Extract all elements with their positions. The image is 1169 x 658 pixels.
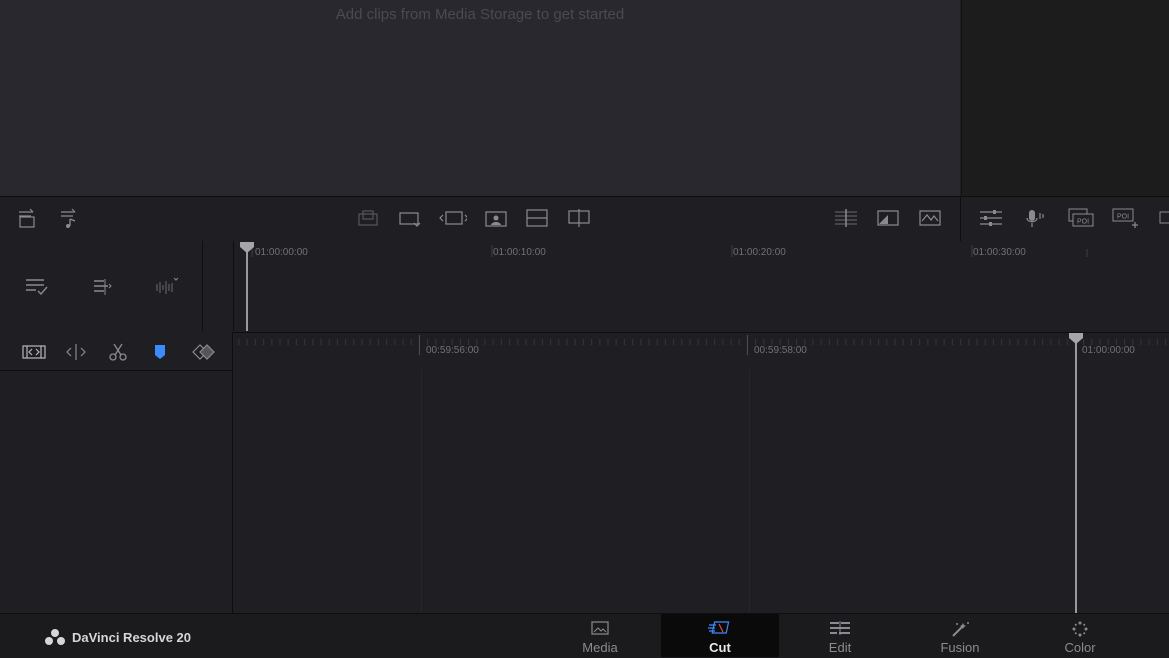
upper-playhead-handle[interactable] [239, 241, 255, 253]
davinci-logo-icon [44, 628, 66, 651]
app-name: DaVinci Resolve 20 [72, 630, 191, 645]
tab-label: Color [1064, 640, 1096, 655]
marker-icon[interactable] [152, 343, 168, 366]
upper-timecode: 01:00:10:00 [493, 247, 546, 258]
upper-timeline[interactable]: 01:00:00:00 01:00:10:00 01:00:20:00 01:0… [234, 241, 1169, 331]
upper-ruler-ticks [251, 245, 1088, 257]
upper-timecode: 01:00:20:00 [733, 247, 786, 258]
tab-media[interactable]: Media [541, 614, 659, 657]
tab-edit[interactable]: Edit [781, 614, 899, 657]
tab-label: Edit [828, 640, 852, 655]
edit-toolbar: POI POI [0, 196, 1169, 242]
upper-timeline-controls [0, 241, 203, 331]
audio-waveform-icon[interactable] [154, 275, 180, 302]
edit-page-icon [830, 621, 850, 635]
ripple-overwrite-icon[interactable] [439, 205, 467, 231]
smooth-cut-icon[interactable] [916, 205, 944, 231]
close-up-icon[interactable] [482, 205, 510, 231]
track-headers [0, 371, 233, 613]
lower-playhead-handle[interactable] [1068, 332, 1084, 345]
track-select-icon[interactable] [24, 277, 50, 302]
dissolve-icon[interactable] [874, 205, 902, 231]
sync-video-icon[interactable] [14, 205, 42, 231]
svg-text:POI: POI [1117, 214, 1129, 221]
tab-fusion[interactable]: Fusion [901, 614, 1019, 657]
tab-label: Cut [709, 640, 731, 655]
color-page-icon [1072, 621, 1088, 637]
sync-audio-icon[interactable] [56, 205, 84, 231]
microphone-icon[interactable] [1021, 205, 1049, 231]
track-height-icon[interactable] [90, 277, 116, 302]
lower-ruler-ticks [238, 335, 1167, 355]
upper-playhead[interactable] [246, 247, 248, 331]
media-pool[interactable] [0, 0, 960, 196]
place-on-top-icon[interactable] [523, 205, 551, 231]
transition-icon[interactable] [190, 344, 216, 365]
tab-cut[interactable]: Cut [661, 614, 779, 657]
upper-timecode: 01:00:30:00 [973, 247, 1026, 258]
lower-timecode: 01:00:00:00 [1082, 345, 1135, 356]
lower-timeline-ruler[interactable]: 00:59:56:00 00:59:58:00 01:00:00:00 [233, 332, 1169, 371]
upper-timecode: 01:00:00:00 [255, 247, 308, 258]
append-icon[interactable] [397, 205, 425, 231]
media-page-icon [591, 621, 609, 635]
trim-icon[interactable] [21, 344, 47, 365]
smart-insert-icon[interactable] [355, 205, 383, 231]
more-tools-icon[interactable] [1156, 205, 1169, 231]
add-poi-icon[interactable]: POI [1110, 205, 1140, 231]
fusion-page-icon [952, 622, 969, 637]
viewer-panel[interactable] [961, 0, 1169, 196]
lower-playhead[interactable] [1075, 340, 1077, 613]
tab-color[interactable]: Color [1021, 614, 1139, 657]
cut-page-icon [708, 621, 730, 634]
audio-mixer-icon[interactable] [977, 205, 1005, 231]
scissors-icon[interactable] [108, 342, 128, 367]
tab-label: Media [582, 640, 618, 655]
lower-timecode: 00:59:56:00 [426, 345, 479, 356]
dynamic-trim-icon[interactable] [64, 343, 88, 366]
poi-icon[interactable]: POI [1066, 205, 1096, 231]
split-clip-icon[interactable] [832, 205, 860, 231]
lower-timeline[interactable] [233, 370, 1169, 613]
svg-text:POI: POI [1077, 219, 1089, 226]
media-pool-hint: Add clips from Media Storage to get star… [335, 6, 625, 23]
source-overwrite-icon[interactable] [565, 205, 593, 231]
timeline-tools [0, 332, 233, 371]
lower-timecode: 00:59:58:00 [754, 345, 807, 356]
tab-label: Fusion [940, 640, 980, 655]
